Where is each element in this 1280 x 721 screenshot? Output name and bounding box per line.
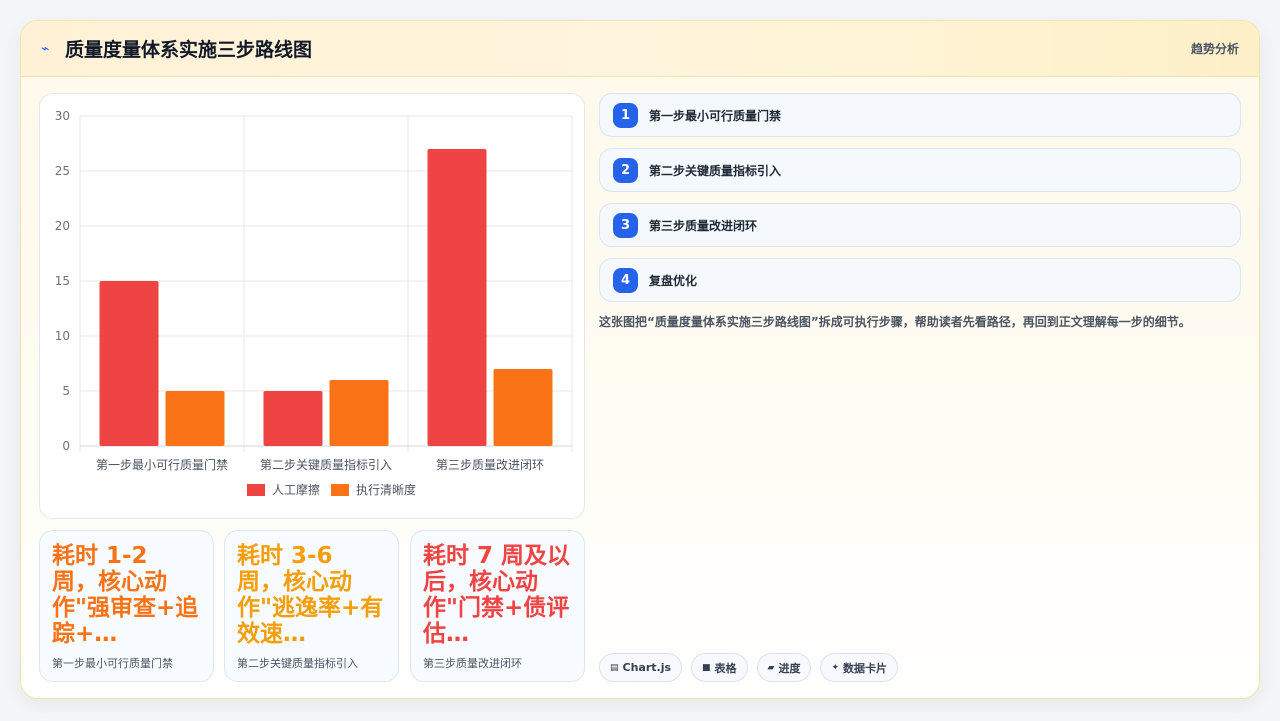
stat-label: 第二步关键质量指标引入 bbox=[237, 657, 358, 670]
bar bbox=[493, 369, 553, 446]
tag-list: ▤ Chart.js ■ 表格 ▰ 进度 ✦ 数据卡片 bbox=[599, 653, 899, 682]
step-item-2[interactable]: 2 第二步关键质量指标引入 bbox=[599, 148, 1241, 192]
y-tick-label: 15 bbox=[55, 274, 70, 288]
tag-chartjs[interactable]: ▤ Chart.js bbox=[599, 653, 683, 682]
tag-data-card[interactable]: ✦ 数据卡片 bbox=[820, 653, 899, 682]
y-tick-label: 0 bbox=[62, 439, 70, 453]
page-title: 质量度量体系实施三步路线图 bbox=[65, 39, 313, 61]
step-number-badge: 4 bbox=[613, 267, 638, 293]
step-number-badge: 2 bbox=[613, 157, 638, 183]
y-tick-label: 10 bbox=[55, 329, 70, 343]
step-list: 1 第一步最小可行质量门禁 2 第二步关键质量指标引入 3 第三步质量改进闭环 … bbox=[599, 93, 1241, 313]
trend-line-icon: ⌁ bbox=[41, 40, 50, 57]
tag-label: 进度 bbox=[778, 661, 801, 675]
chart-description: 这张图把“质量度量体系实施三步路线图”拆成可执行步骤，帮助读者先看路径，再回到正… bbox=[599, 315, 1191, 329]
x-tick-label: 第二步关键质量指标引入 bbox=[260, 457, 392, 472]
step-label: 第二步关键质量指标引入 bbox=[649, 163, 782, 178]
step-label: 复盘优化 bbox=[649, 273, 698, 288]
tag-label: 表格 bbox=[714, 661, 737, 675]
step-item-1[interactable]: 1 第一步最小可行质量门禁 bbox=[599, 93, 1241, 137]
tag-label: Chart.js bbox=[622, 661, 672, 674]
roadmap-card: ⌁ 质量度量体系实施三步路线图 趋势分析 0 5 10 15 20 25 30 第一步最小可行… bbox=[20, 20, 1260, 699]
y-tick-label: 30 bbox=[55, 109, 70, 123]
stat-card-step-3: 耗时 7 周及以后，核心动作"门禁+债评估… 第三步质量改进闭环 bbox=[410, 530, 585, 682]
y-tick-label: 5 bbox=[62, 384, 70, 398]
table-icon: ■ bbox=[702, 662, 711, 673]
step-item-3[interactable]: 3 第三步质量改进闭环 bbox=[599, 203, 1241, 247]
progress-icon: ▰ bbox=[767, 662, 775, 673]
bar bbox=[165, 391, 225, 446]
sparkle-icon: ✦ bbox=[831, 662, 840, 673]
step-label: 第一步最小可行质量门禁 bbox=[649, 108, 782, 123]
stat-value: 耗时 3-6 周，核心动作"逃逸率+有效速… bbox=[237, 543, 384, 647]
tag-progress[interactable]: ▰ 进度 bbox=[756, 653, 812, 682]
bar-chart: 0 5 10 15 20 25 30 第一步最小可行质量门禁 第二步关键质量指标引入 第三步质量改… bbox=[39, 93, 585, 519]
tag-table[interactable]: ■ 表格 bbox=[691, 653, 748, 682]
legend-label: 人工摩擦 bbox=[272, 482, 320, 497]
card-header: ⌁ 质量度量体系实施三步路线图 趋势分析 bbox=[21, 21, 1259, 77]
step-item-4[interactable]: 4 复盘优化 bbox=[599, 258, 1241, 302]
step-number-badge: 1 bbox=[613, 102, 638, 128]
legend-label: 执行清晰度 bbox=[356, 482, 416, 497]
tag-label: 数据卡片 bbox=[843, 661, 888, 675]
stat-value: 耗时 7 周及以后，核心动作"门禁+债评估… bbox=[423, 543, 571, 647]
legend-swatch bbox=[247, 484, 265, 496]
y-tick-label: 20 bbox=[55, 219, 70, 233]
y-tick-label: 25 bbox=[55, 164, 70, 178]
stat-value: 耗时 1-2 周，核心动作"强审查+追踪+… bbox=[52, 543, 199, 647]
step-label: 第三步质量改进闭环 bbox=[649, 218, 758, 233]
bar bbox=[329, 380, 389, 446]
bar bbox=[99, 281, 159, 446]
stat-label: 第三步质量改进闭环 bbox=[423, 657, 522, 670]
legend-swatch bbox=[331, 484, 349, 496]
stat-card-step-2: 耗时 3-6 周，核心动作"逃逸率+有效速… 第二步关键质量指标引入 bbox=[224, 530, 399, 682]
bar bbox=[427, 149, 487, 446]
stat-label: 第一步最小可行质量门禁 bbox=[52, 657, 173, 670]
trend-analysis-label[interactable]: 趋势分析 bbox=[1191, 40, 1239, 57]
stat-card-step-1: 耗时 1-2 周，核心动作"强审查+追踪+… 第一步最小可行质量门禁 bbox=[39, 530, 214, 682]
bar-chart-svg: 0 5 10 15 20 25 30 第一步最小可行质量门禁 第二步关键质量指标引入 第三步质量改… bbox=[55, 109, 573, 497]
x-tick-label: 第一步最小可行质量门禁 bbox=[96, 457, 228, 472]
bar bbox=[263, 391, 323, 446]
chart-icon: ▤ bbox=[610, 662, 619, 673]
step-number-badge: 3 bbox=[613, 212, 638, 238]
x-tick-label: 第三步质量改进闭环 bbox=[436, 458, 544, 472]
